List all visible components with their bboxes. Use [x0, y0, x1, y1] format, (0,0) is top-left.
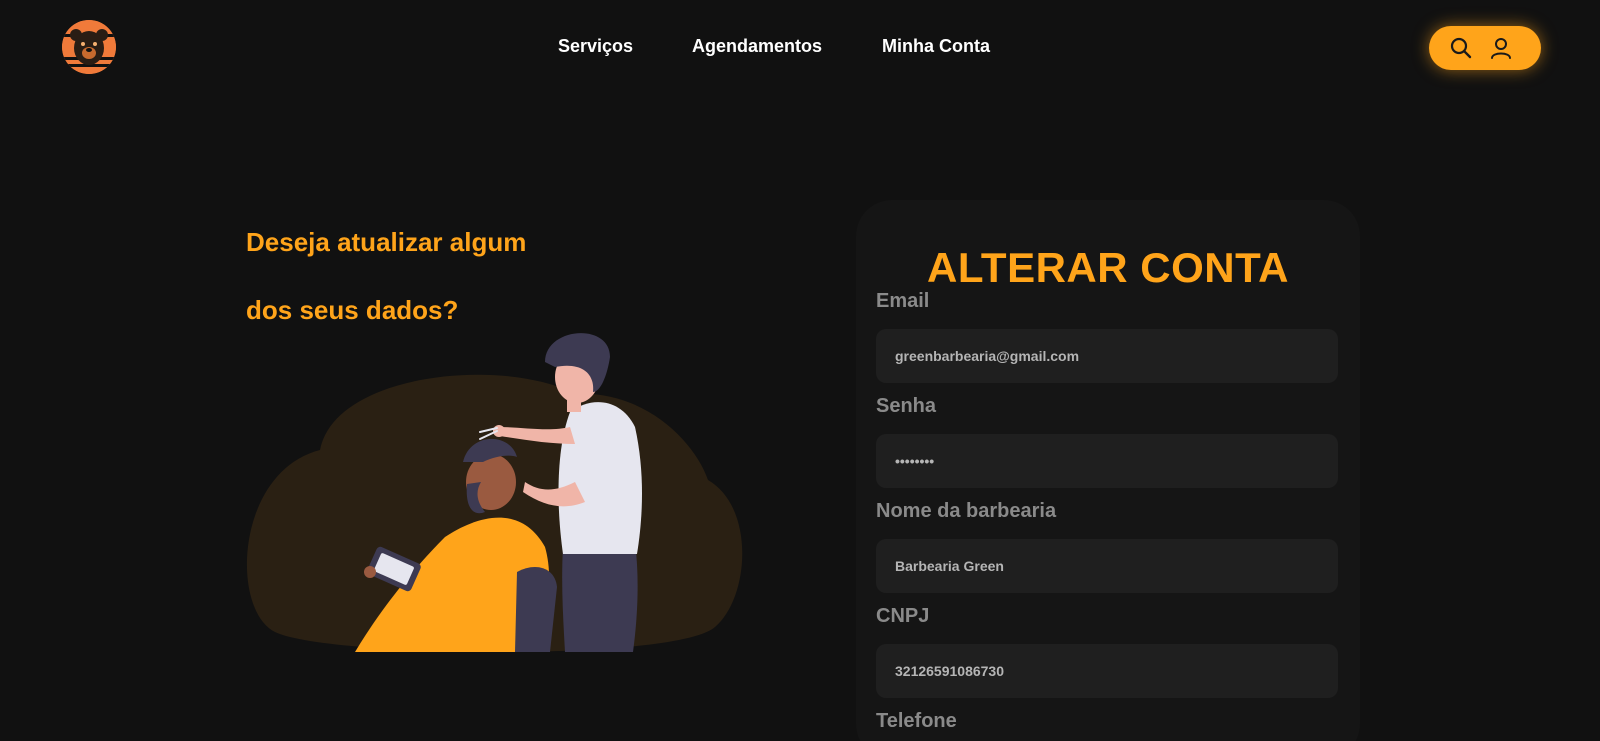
hero-line-1: Deseja atualizar algum — [246, 227, 527, 257]
search-button[interactable] — [1447, 34, 1475, 62]
search-icon — [1450, 37, 1472, 59]
nav-servicos[interactable]: Serviços — [558, 36, 633, 57]
nav-agendamentos[interactable]: Agendamentos — [692, 36, 822, 57]
nome-barbearia-label: Nome da barbearia — [876, 500, 1057, 522]
email-label: Email — [876, 290, 930, 312]
barber-illustration — [245, 332, 755, 652]
nav-minha-conta[interactable]: Minha Conta — [882, 36, 990, 57]
alterar-conta-card: ALTERAR CONTA Email Senha Nome da barbea… — [856, 200, 1360, 741]
email-field[interactable] — [876, 329, 1338, 383]
form-title: ALTERAR CONTA — [927, 244, 1289, 291]
telefone-label: Telefone — [876, 710, 957, 732]
header: Serviços Agendamentos Minha Conta — [0, 0, 1600, 96]
cnpj-field[interactable] — [876, 644, 1338, 698]
cnpj-label: CNPJ — [876, 605, 930, 627]
user-icon — [1491, 38, 1511, 59]
senha-field[interactable] — [876, 434, 1338, 488]
hero-heading: Deseja atualizar algum dos seus dados? — [246, 208, 666, 344]
nome-barbearia-field[interactable] — [876, 539, 1338, 593]
header-actions — [1429, 26, 1541, 70]
main-nav: Serviços Agendamentos Minha Conta — [0, 36, 1600, 60]
senha-label: Senha — [876, 395, 937, 417]
user-button[interactable] — [1487, 34, 1515, 62]
